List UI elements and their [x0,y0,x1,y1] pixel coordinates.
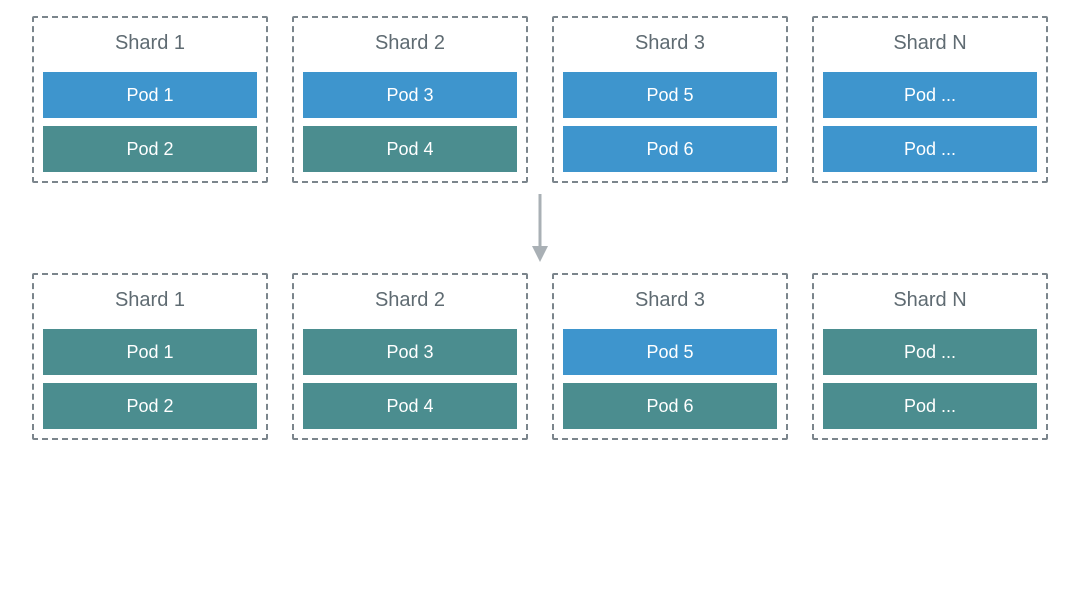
pod-label: Pod 1 [126,85,173,106]
pod-box: Pod 6 [562,125,778,173]
shard-box: Shard N Pod ... Pod ... [812,273,1048,440]
shard-title: Shard 3 [562,283,778,322]
shard-title: Shard 1 [42,26,258,65]
pod-box: Pod 2 [42,382,258,430]
pod-label: Pod 3 [386,342,433,363]
pod-label: Pod ... [904,139,956,160]
diagram: Shard 1 Pod 1 Pod 2 Shard 2 Pod 3 Pod 4 … [32,16,1048,440]
pod-box: Pod 3 [302,71,518,119]
pod-label: Pod 3 [386,85,433,106]
pod-label: Pod 2 [126,396,173,417]
pod-label: Pod 5 [646,342,693,363]
pod-box: Pod 1 [42,328,258,376]
transition-arrow [32,183,1048,273]
pod-box: Pod 4 [302,382,518,430]
pod-label: Pod 6 [646,139,693,160]
pod-box: Pod 4 [302,125,518,173]
shard-box: Shard 2 Pod 3 Pod 4 [292,16,528,183]
pod-label: Pod 2 [126,139,173,160]
pod-box: Pod 5 [562,71,778,119]
pod-box: Pod ... [822,382,1038,430]
pod-box: Pod ... [822,71,1038,119]
pod-label: Pod ... [904,396,956,417]
pod-label: Pod ... [904,85,956,106]
shard-box: Shard 3 Pod 5 Pod 6 [552,16,788,183]
pod-box: Pod 5 [562,328,778,376]
shard-box: Shard 1 Pod 1 Pod 2 [32,273,268,440]
shard-box: Shard N Pod ... Pod ... [812,16,1048,183]
pod-box: Pod 3 [302,328,518,376]
shard-title: Shard N [822,26,1038,65]
pod-box: Pod ... [822,125,1038,173]
pod-label: Pod 4 [386,139,433,160]
shard-title: Shard 2 [302,283,518,322]
row-before: Shard 1 Pod 1 Pod 2 Shard 2 Pod 3 Pod 4 … [32,16,1048,183]
shard-title: Shard 2 [302,26,518,65]
pod-label: Pod 6 [646,396,693,417]
shard-title: Shard 1 [42,283,258,322]
pod-label: Pod ... [904,342,956,363]
shard-title: Shard N [822,283,1038,322]
row-after: Shard 1 Pod 1 Pod 2 Shard 2 Pod 3 Pod 4 … [32,273,1048,440]
pod-box: Pod 6 [562,382,778,430]
arrow-down-icon [526,188,554,268]
shard-box: Shard 3 Pod 5 Pod 6 [552,273,788,440]
pod-box: Pod ... [822,328,1038,376]
pod-box: Pod 1 [42,71,258,119]
pod-label: Pod 1 [126,342,173,363]
pod-label: Pod 4 [386,396,433,417]
shard-box: Shard 1 Pod 1 Pod 2 [32,16,268,183]
pod-label: Pod 5 [646,85,693,106]
shard-box: Shard 2 Pod 3 Pod 4 [292,273,528,440]
pod-box: Pod 2 [42,125,258,173]
shard-title: Shard 3 [562,26,778,65]
